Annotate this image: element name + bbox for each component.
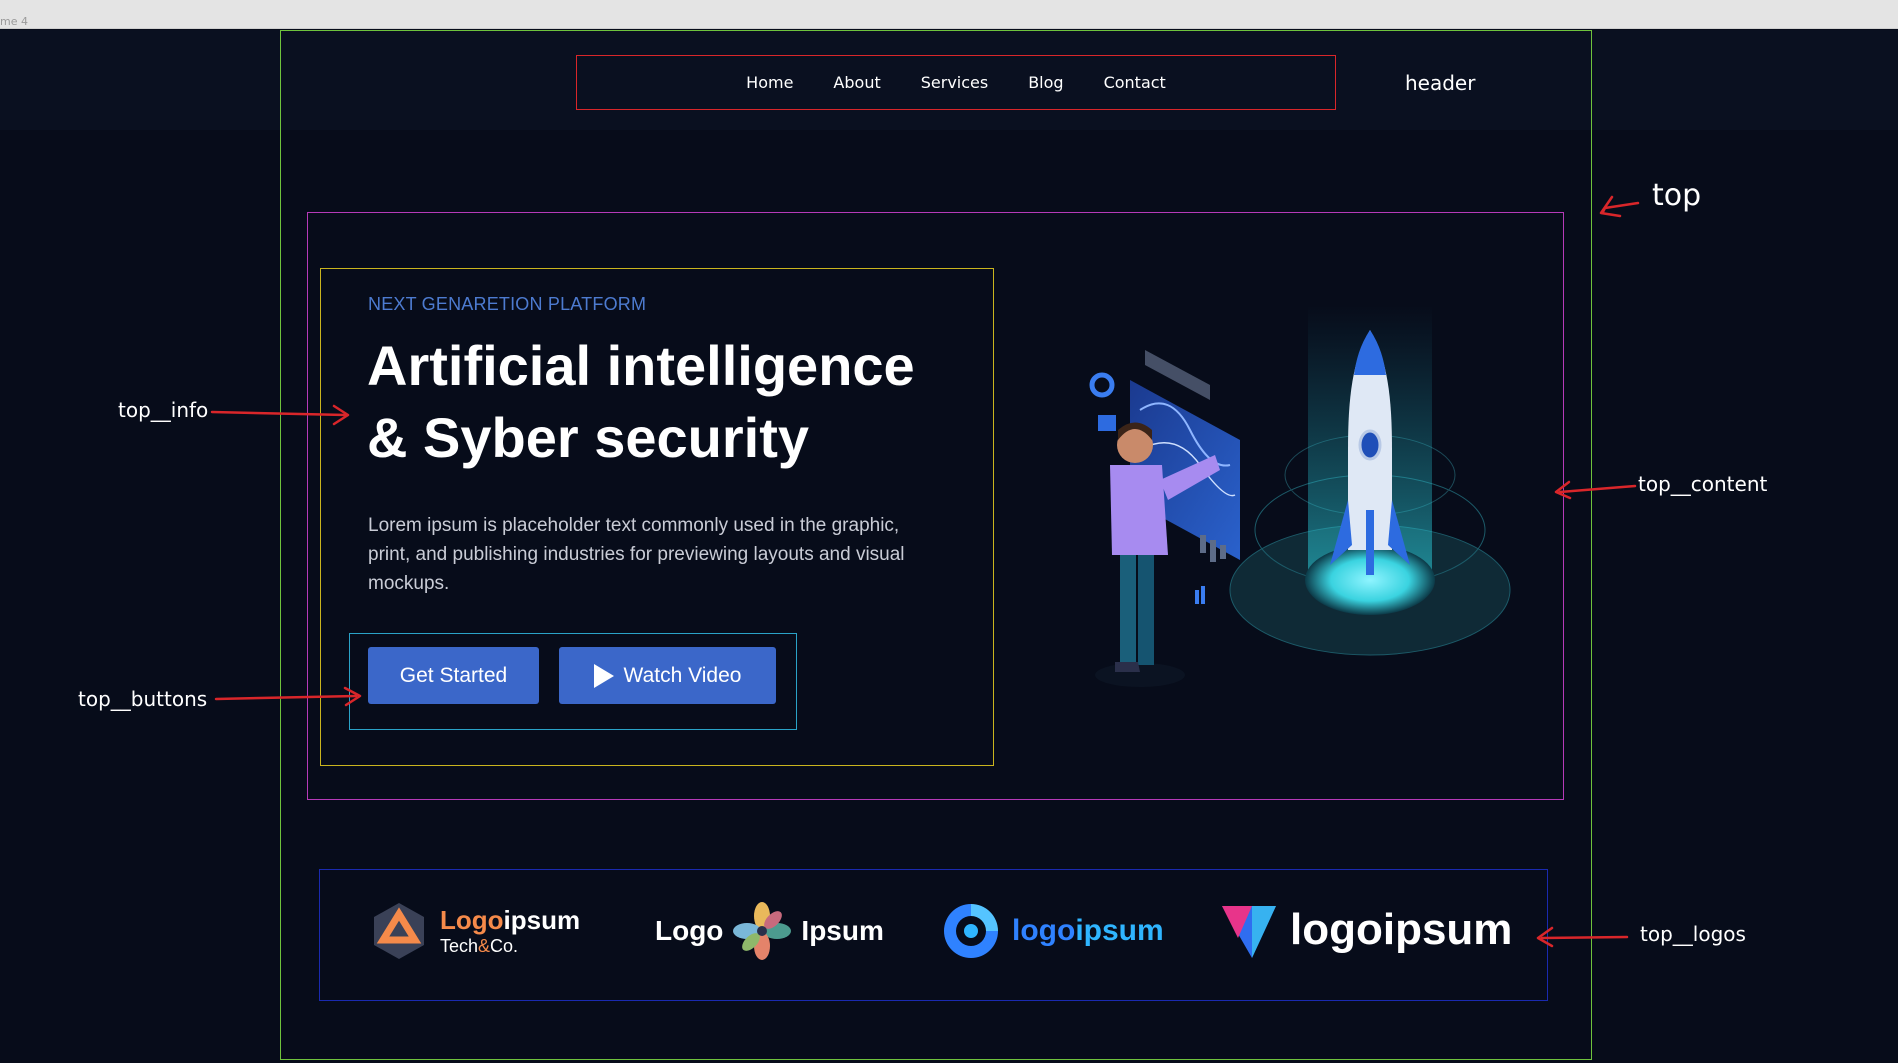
circle-logo-icon [944, 904, 998, 958]
nav-blog[interactable]: Blog [1028, 73, 1063, 92]
nav-contact[interactable]: Contact [1104, 73, 1166, 92]
watch-video-label: Watch Video [623, 663, 742, 687]
triangle-logo-icon [1222, 906, 1276, 958]
hero-title-line2: & Syber security [367, 406, 809, 469]
annotation-top-content: top__content [1638, 472, 1768, 496]
logo1-sub-b: Co. [490, 936, 519, 956]
rocket-illustration [1229, 305, 1511, 656]
hero-illustration [1089, 305, 1511, 687]
arrow-top-head [1599, 195, 1622, 218]
logo4-text: logoipsum [1290, 905, 1513, 954]
logo-logoipsum-white: logoipsum [1218, 898, 1512, 962]
logo-logo-flower-ipsum: Logo Ipsum [655, 900, 884, 962]
canvas-toolbar: me 4 [0, 0, 1898, 29]
annotation-top-info: top__info [118, 398, 209, 422]
watch-video-button[interactable]: Watch Video [559, 647, 776, 704]
nav-home[interactable]: Home [746, 73, 793, 92]
logo1-sub-a: Tech [440, 936, 479, 956]
logo1-part-a: Logo [440, 905, 504, 935]
arrow-top [1601, 201, 1640, 214]
hero-title: Artificial intelligence & Syber security [367, 330, 1007, 474]
logo3-part-b: ipsum [1075, 914, 1164, 947]
logo3-part-a: logo [1012, 914, 1076, 947]
logo2-right: Ipsum [801, 915, 884, 946]
nav-about[interactable]: About [833, 73, 880, 92]
main-nav: Home About Services Blog Contact [576, 55, 1336, 110]
play-icon [593, 663, 614, 688]
hero-description: Lorem ipsum is placeholder text commonly… [368, 515, 905, 594]
annotation-top-logos: top__logos [1640, 922, 1746, 946]
logo2-left: Logo [655, 915, 724, 946]
nav-services[interactable]: Services [921, 73, 988, 92]
hero-eyebrow: NEXT GENARETION PLATFORM [368, 294, 647, 314]
get-started-button[interactable]: Get Started [368, 647, 539, 704]
annotation-top: top [1652, 178, 1702, 213]
get-started-label: Get Started [399, 663, 508, 687]
frame-label: me 4 [0, 15, 28, 28]
logo-logoipsum-tech: Logoipsum Tech&Co. [368, 900, 580, 962]
hero-title-line1: Artificial intelligence [367, 334, 915, 397]
logo1-sub-amp: & [478, 936, 491, 956]
flower-logo-icon [733, 902, 792, 960]
hexagon-logo-icon [374, 903, 424, 959]
logo1-part-b: ipsum [503, 905, 581, 935]
annotation-header: header [1405, 71, 1476, 95]
annotation-top-buttons: top__buttons [78, 687, 208, 711]
logo-logoipsum-blue: logoipsum [940, 900, 1164, 962]
